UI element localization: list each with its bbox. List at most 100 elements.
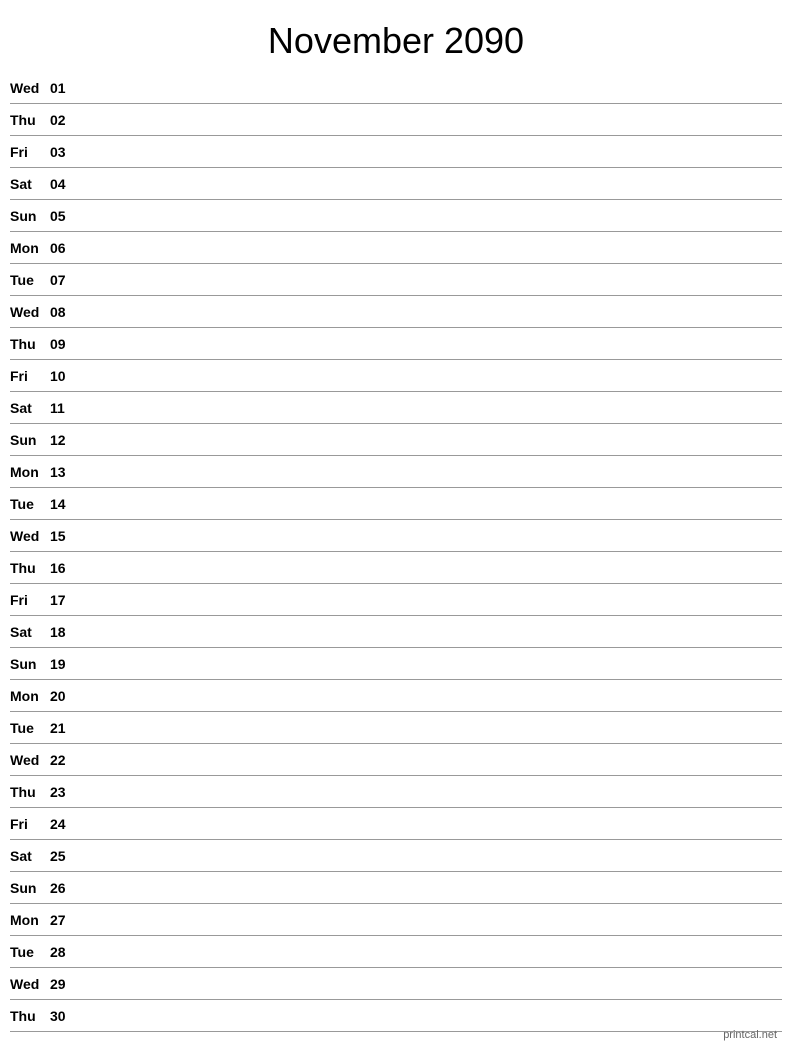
- day-name: Wed: [10, 304, 50, 320]
- day-number: 21: [50, 720, 78, 736]
- day-name: Tue: [10, 496, 50, 512]
- day-name: Mon: [10, 912, 50, 928]
- day-name: Tue: [10, 944, 50, 960]
- day-number: 07: [50, 272, 78, 288]
- day-row: Sun26: [10, 872, 782, 904]
- day-row: Sat25: [10, 840, 782, 872]
- day-line: [78, 791, 782, 792]
- day-line: [78, 823, 782, 824]
- day-row: Wed22: [10, 744, 782, 776]
- day-row: Tue28: [10, 936, 782, 968]
- day-name: Tue: [10, 272, 50, 288]
- day-name: Sun: [10, 880, 50, 896]
- day-name: Sun: [10, 208, 50, 224]
- day-number: 02: [50, 112, 78, 128]
- day-number: 18: [50, 624, 78, 640]
- day-number: 24: [50, 816, 78, 832]
- day-name: Thu: [10, 336, 50, 352]
- page-title: November 2090: [0, 0, 792, 72]
- day-line: [78, 535, 782, 536]
- day-name: Mon: [10, 464, 50, 480]
- day-row: Fri03: [10, 136, 782, 168]
- day-line: [78, 695, 782, 696]
- day-number: 08: [50, 304, 78, 320]
- day-name: Mon: [10, 240, 50, 256]
- day-line: [78, 663, 782, 664]
- day-number: 29: [50, 976, 78, 992]
- day-name: Sat: [10, 400, 50, 416]
- day-row: Fri10: [10, 360, 782, 392]
- day-line: [78, 1015, 782, 1016]
- day-line: [78, 727, 782, 728]
- day-row: Sun19: [10, 648, 782, 680]
- day-row: Fri24: [10, 808, 782, 840]
- day-row: Wed15: [10, 520, 782, 552]
- day-line: [78, 87, 782, 88]
- day-number: 03: [50, 144, 78, 160]
- day-line: [78, 631, 782, 632]
- day-number: 26: [50, 880, 78, 896]
- day-line: [78, 599, 782, 600]
- day-number: 16: [50, 560, 78, 576]
- day-row: Wed01: [10, 72, 782, 104]
- day-number: 15: [50, 528, 78, 544]
- day-name: Fri: [10, 368, 50, 384]
- day-number: 25: [50, 848, 78, 864]
- day-number: 19: [50, 656, 78, 672]
- day-line: [78, 567, 782, 568]
- day-line: [78, 407, 782, 408]
- day-number: 17: [50, 592, 78, 608]
- day-row: Sat04: [10, 168, 782, 200]
- day-row: Mon27: [10, 904, 782, 936]
- day-row: Mon20: [10, 680, 782, 712]
- day-name: Sat: [10, 624, 50, 640]
- day-name: Sat: [10, 176, 50, 192]
- day-line: [78, 247, 782, 248]
- day-number: 09: [50, 336, 78, 352]
- day-name: Wed: [10, 80, 50, 96]
- day-line: [78, 119, 782, 120]
- day-number: 11: [50, 400, 78, 416]
- day-row: Thu02: [10, 104, 782, 136]
- day-name: Tue: [10, 720, 50, 736]
- day-line: [78, 183, 782, 184]
- day-row: Mon06: [10, 232, 782, 264]
- day-line: [78, 215, 782, 216]
- day-row: Sun05: [10, 200, 782, 232]
- day-row: Fri17: [10, 584, 782, 616]
- day-name: Sun: [10, 432, 50, 448]
- day-number: 23: [50, 784, 78, 800]
- day-line: [78, 983, 782, 984]
- day-name: Wed: [10, 976, 50, 992]
- day-line: [78, 439, 782, 440]
- day-row: Wed29: [10, 968, 782, 1000]
- day-number: 06: [50, 240, 78, 256]
- day-line: [78, 279, 782, 280]
- day-line: [78, 951, 782, 952]
- day-number: 10: [50, 368, 78, 384]
- day-row: Mon13: [10, 456, 782, 488]
- day-row: Wed08: [10, 296, 782, 328]
- calendar-container: Wed01Thu02Fri03Sat04Sun05Mon06Tue07Wed08…: [0, 72, 792, 1032]
- day-name: Fri: [10, 592, 50, 608]
- day-row: Tue07: [10, 264, 782, 296]
- day-line: [78, 919, 782, 920]
- day-name: Sat: [10, 848, 50, 864]
- day-number: 20: [50, 688, 78, 704]
- day-line: [78, 311, 782, 312]
- day-number: 01: [50, 80, 78, 96]
- day-number: 28: [50, 944, 78, 960]
- day-number: 30: [50, 1008, 78, 1024]
- day-line: [78, 503, 782, 504]
- day-line: [78, 343, 782, 344]
- day-name: Thu: [10, 1008, 50, 1024]
- day-line: [78, 375, 782, 376]
- day-row: Tue14: [10, 488, 782, 520]
- day-number: 04: [50, 176, 78, 192]
- day-name: Mon: [10, 688, 50, 704]
- day-row: Sun12: [10, 424, 782, 456]
- day-name: Fri: [10, 144, 50, 160]
- day-number: 05: [50, 208, 78, 224]
- day-number: 13: [50, 464, 78, 480]
- day-name: Thu: [10, 784, 50, 800]
